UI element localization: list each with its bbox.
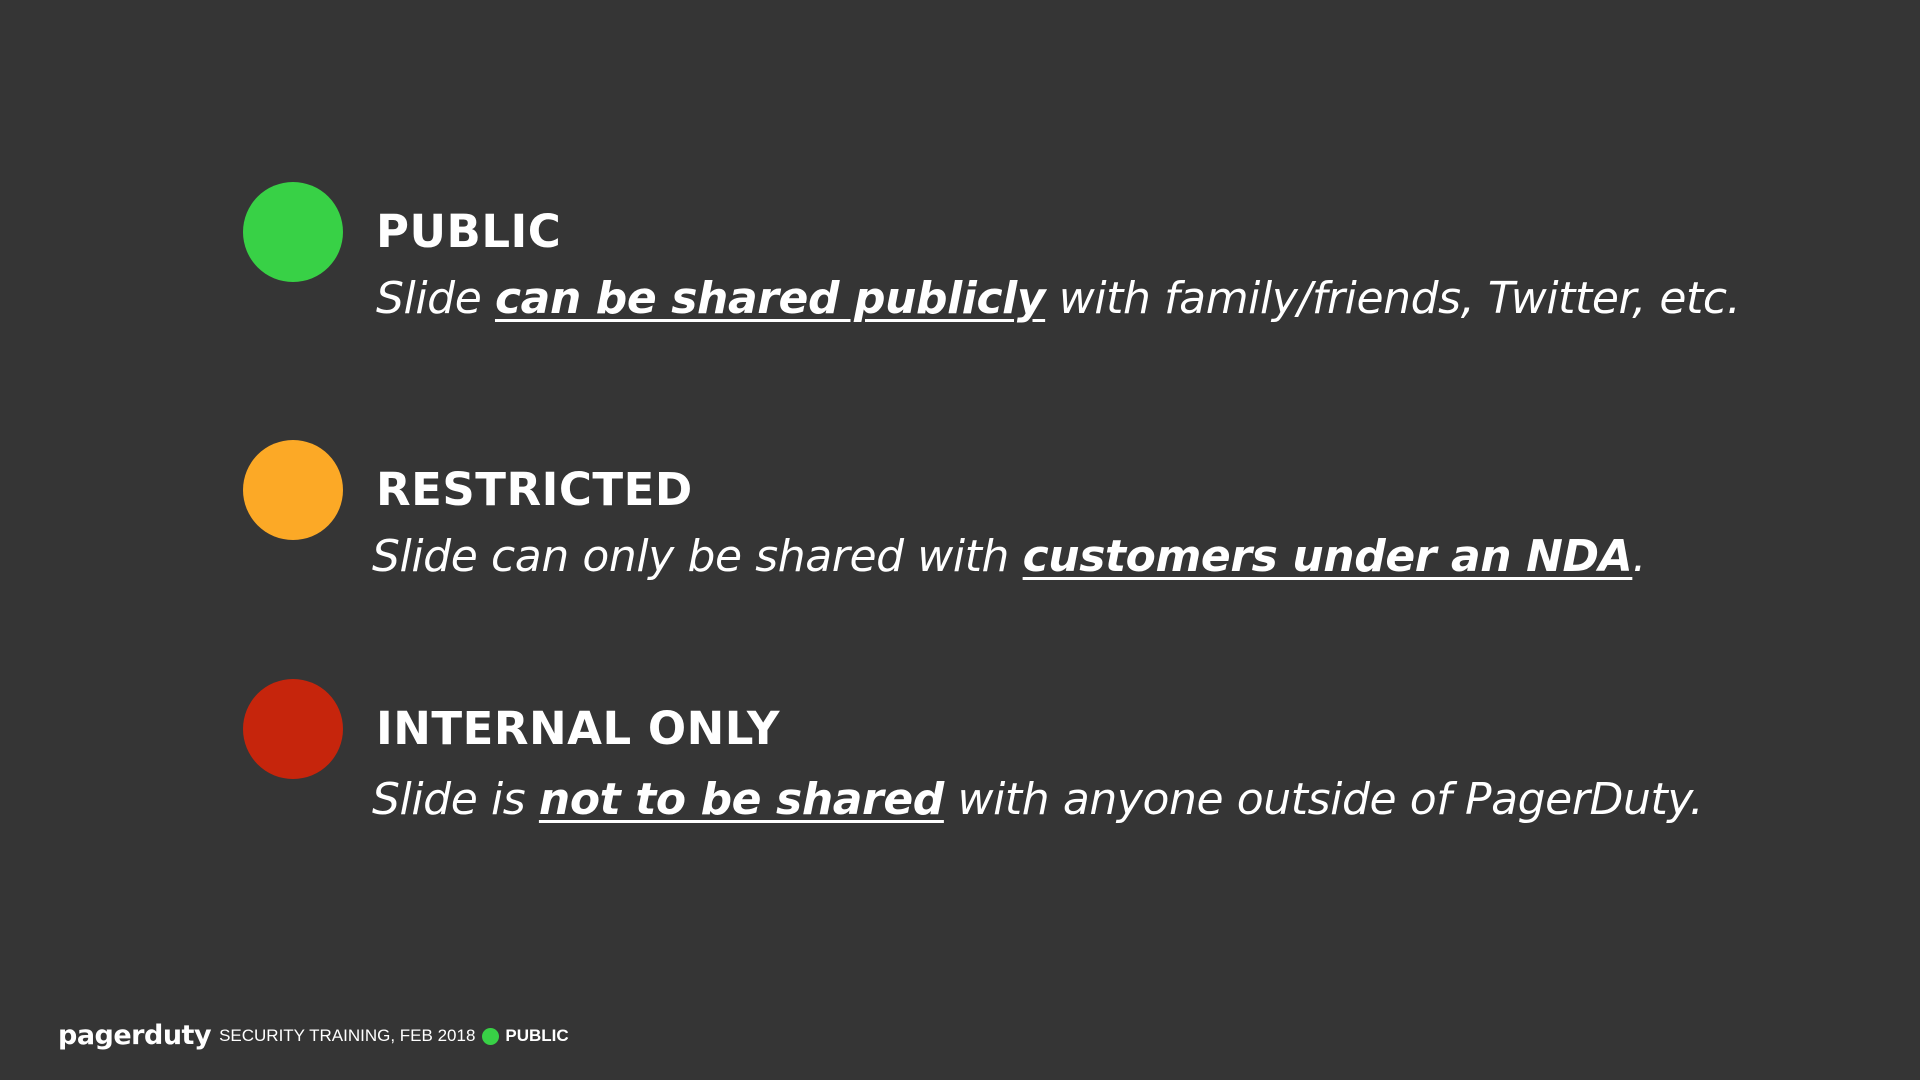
footer-title: SECURITY TRAINING, FEB 2018 <box>219 1026 476 1045</box>
public-status-dot <box>243 182 343 282</box>
level-title: RESTRICTED <box>376 463 693 516</box>
footer: pagerduty SECURITY TRAINING, FEB 2018 PU… <box>58 1016 569 1056</box>
description-text: . <box>1632 531 1646 582</box>
classification-label: PUBLIC <box>505 1026 569 1045</box>
description-text: with family/friends, Twitter, etc. <box>1045 273 1741 324</box>
description-text: Slide can only be shared with <box>372 531 1023 582</box>
description-text: Slide <box>376 273 495 324</box>
level-title: PUBLIC <box>376 205 562 258</box>
level-internal-only: INTERNAL ONLY Slide is not to be shared … <box>0 679 1920 839</box>
description-emphasis: not to be shared <box>538 774 944 825</box>
internal-status-dot <box>243 679 343 779</box>
description-text: Slide is <box>372 774 539 825</box>
description-text: with anyone outside of PagerDuty. <box>943 774 1704 825</box>
level-title: INTERNAL ONLY <box>376 702 780 755</box>
level-description: Slide is not to be shared with anyone ou… <box>372 771 1704 829</box>
pagerduty-logo: pagerduty <box>58 1020 212 1051</box>
level-restricted: RESTRICTED Slide can only be shared with… <box>0 440 1920 600</box>
classification-dot-icon <box>482 1027 500 1045</box>
level-description: Slide can be shared publicly with family… <box>376 270 1741 328</box>
restricted-status-dot <box>243 440 343 540</box>
slide: PUBLIC Slide can be shared publicly with… <box>0 0 1920 1080</box>
description-emphasis: can be shared publicly <box>494 273 1046 324</box>
description-emphasis: customers under an NDA <box>1022 531 1633 582</box>
level-description: Slide can only be shared with customers … <box>372 528 1646 586</box>
level-public: PUBLIC Slide can be shared publicly with… <box>0 182 1920 342</box>
